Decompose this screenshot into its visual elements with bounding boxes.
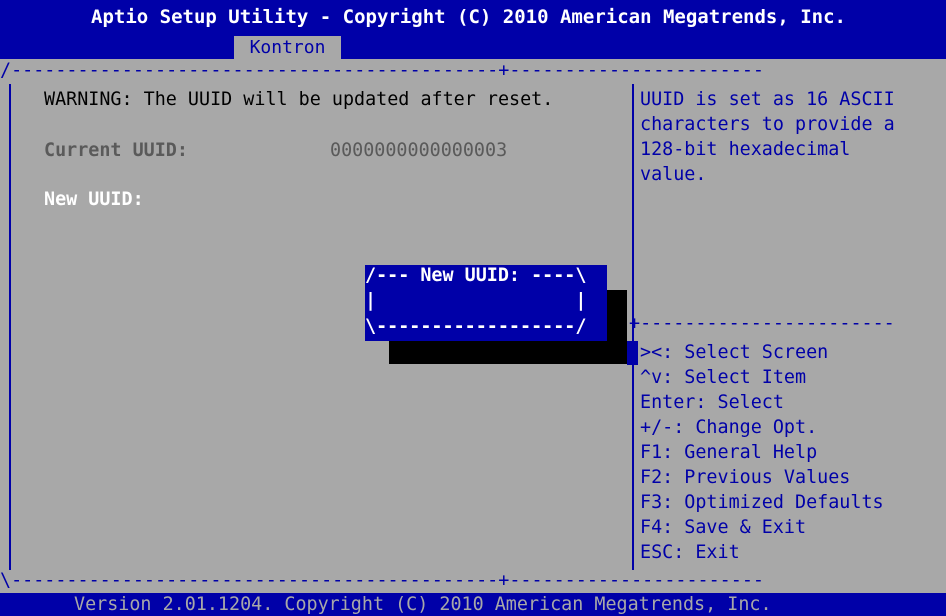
key-save-exit: F4: Save & Exit (640, 517, 807, 538)
frame-top-border: /---------------------------------------… (0, 60, 764, 81)
frame-bottom-border: \---------------------------------------… (0, 570, 764, 591)
new-uuid-dialog-title: /--- New UUID: ----\ (365, 265, 587, 286)
key-select-screen: ><: Select Screen (640, 342, 829, 363)
current-uuid-value: 0000000000000003 (330, 140, 508, 161)
tab-kontron[interactable]: Kontron (234, 36, 341, 59)
frame-middle-divider (632, 84, 634, 570)
popup-shadow-edge (627, 341, 638, 365)
key-esc-exit: ESC: Exit (640, 542, 740, 563)
key-enter-select: Enter: Select (640, 392, 784, 413)
app-title: Aptio Setup Utility - Copyright (C) 2010… (91, 6, 846, 28)
new-uuid-label[interactable]: New UUID: (44, 189, 144, 210)
popup-shadow-bottom (389, 341, 627, 364)
help-text-line: 128-bit hexadecimal (640, 139, 851, 160)
key-select-item: ^v: Select Item (640, 367, 807, 388)
help-keys-separator: +----------------------- (629, 313, 895, 334)
key-previous-values: F2: Previous Values (640, 467, 851, 488)
key-change-option: +/-: Change Opt. (640, 417, 818, 438)
key-optimized-defaults: F3: Optimized Defaults (640, 492, 884, 513)
new-uuid-input-row: | | (365, 290, 587, 311)
current-uuid-label: Current UUID: (44, 140, 188, 161)
new-uuid-dialog-bottom: \------------------/ (365, 316, 587, 337)
help-text-line: value. (640, 164, 707, 185)
frame-left-border (9, 84, 11, 570)
footer-version-text: Version 2.01.1204. Copyright (C) 2010 Am… (74, 594, 772, 615)
help-text-line: characters to provide a (640, 114, 895, 135)
help-text-line: UUID is set as 16 ASCII (640, 89, 895, 110)
warning-text: WARNING: The UUID will be updated after … (44, 89, 554, 110)
key-general-help: F1: General Help (640, 442, 818, 463)
